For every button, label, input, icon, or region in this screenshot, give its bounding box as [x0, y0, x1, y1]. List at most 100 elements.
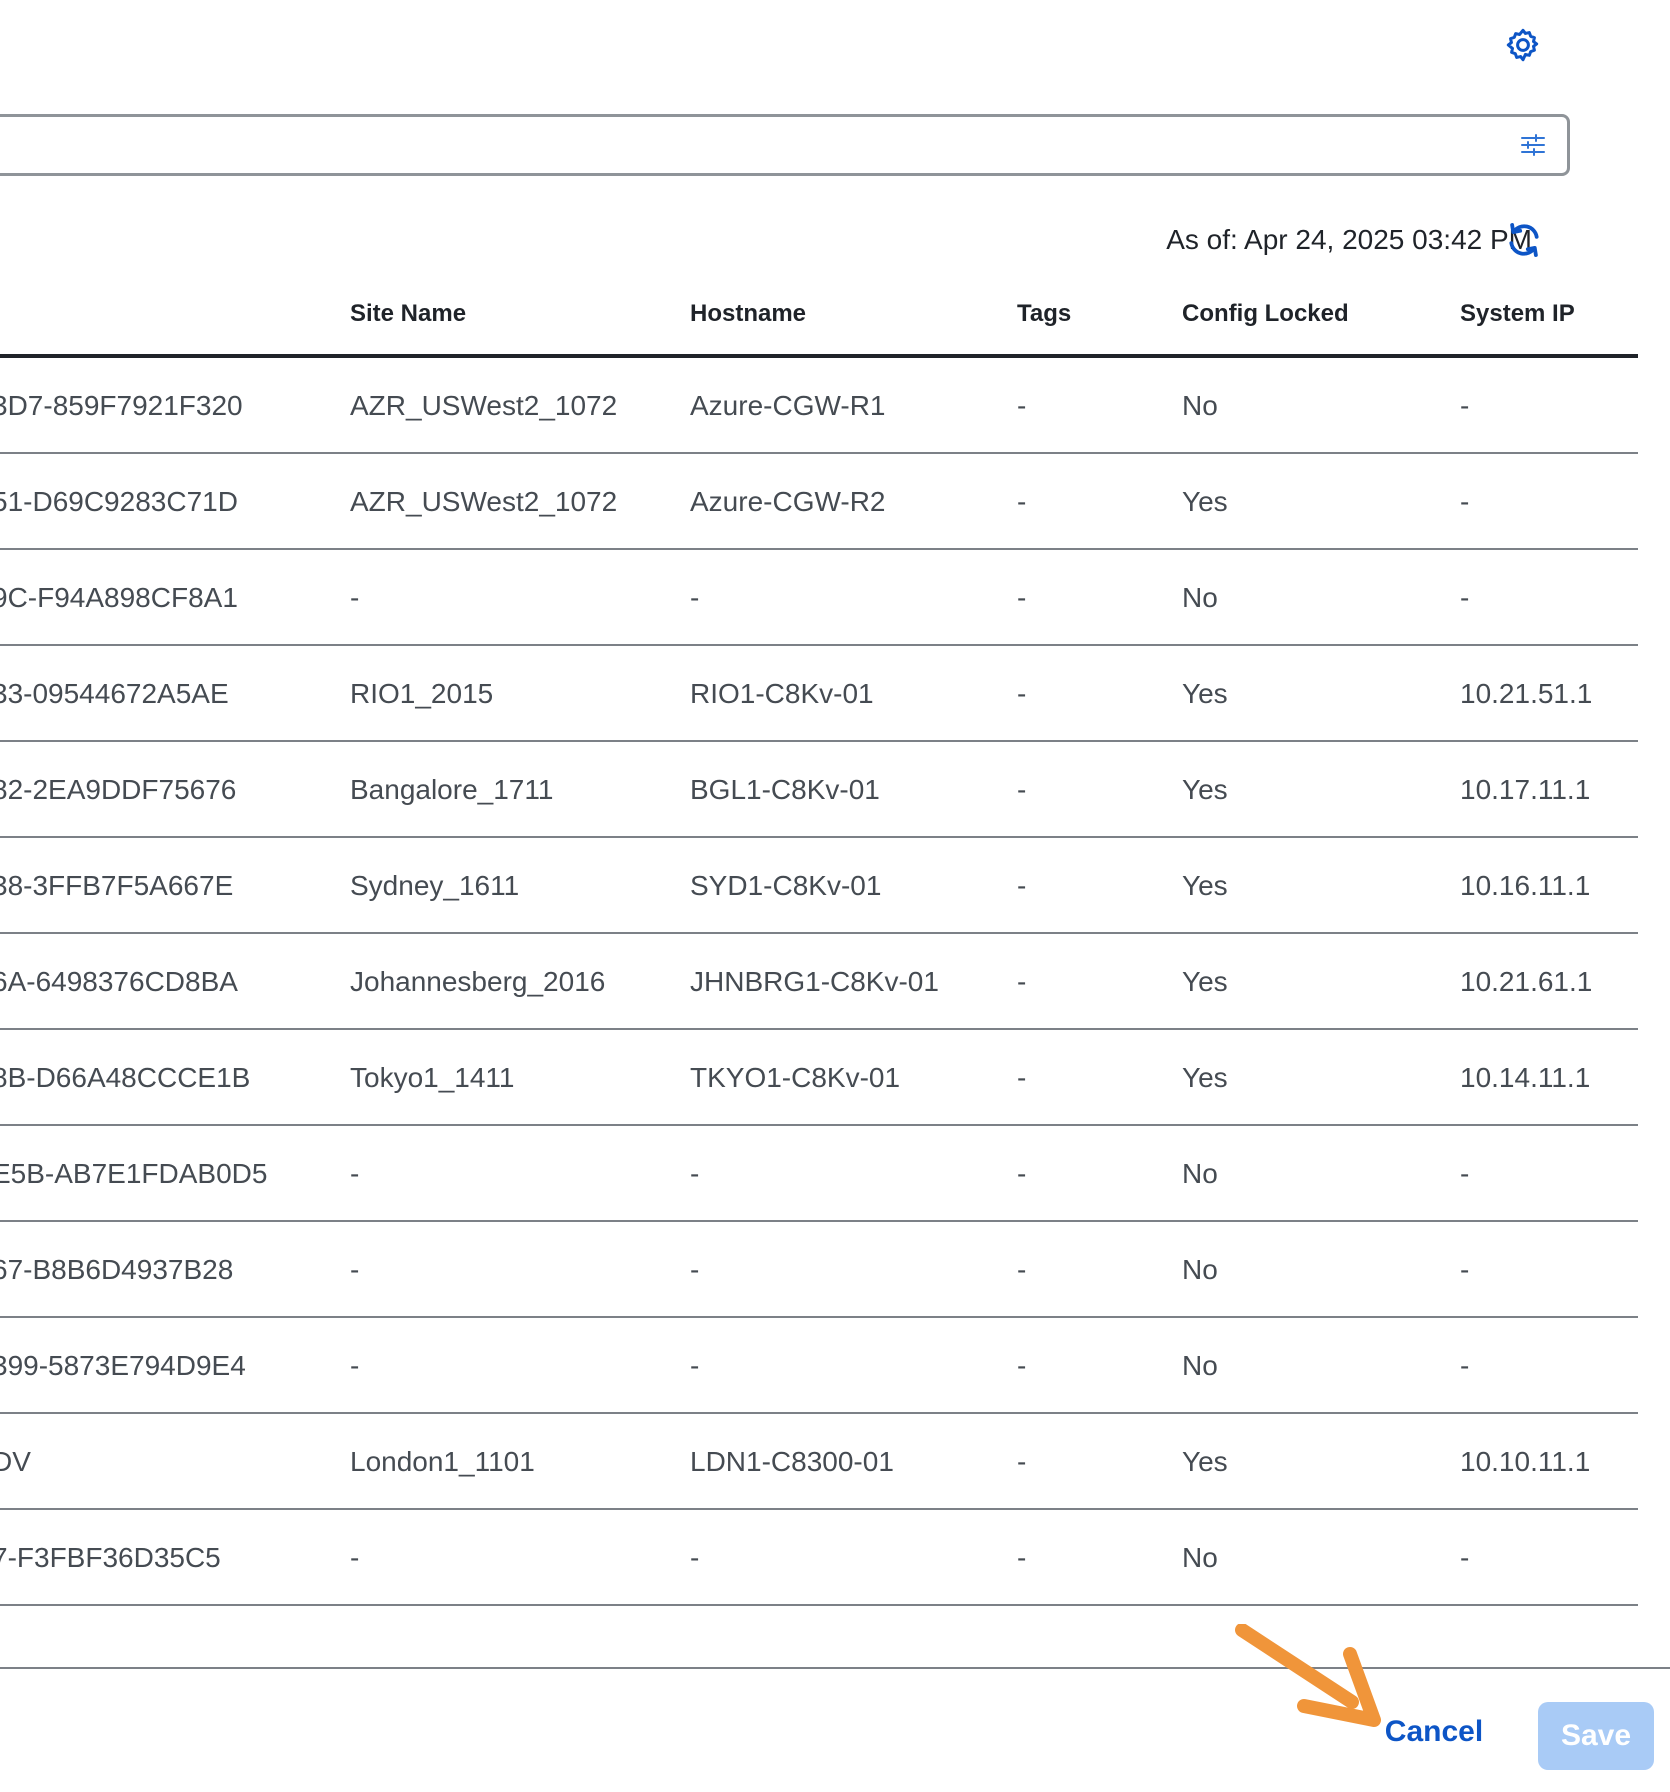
- system-ip-cell: -: [1460, 1158, 1470, 1189]
- device-uuid-cell: 67-B8B6D4937B28: [0, 1254, 234, 1285]
- site-name-cell: Johannesberg_2016: [350, 966, 606, 997]
- tags-cell: -: [1017, 1062, 1027, 1093]
- tags-cell: -: [1017, 1350, 1027, 1381]
- device-uuid-cell: 8B-D66A48CCCE1B: [0, 1062, 251, 1093]
- table-row[interactable]: 9C-F94A898CF8A1 - - - No -: [0, 550, 1638, 646]
- table-row[interactable]: 38-3FFB7F5A667E Sydney_1611 SYD1-C8Kv-01 - Y…: [0, 838, 1638, 934]
- device-table-dialog: As of: Apr 24, 2025 03:42 PM Site Name H…: [0, 0, 1670, 1792]
- device-uuid-cell: 82-2EA9DDF75676: [0, 774, 237, 805]
- hostname-cell: -: [690, 1254, 700, 1285]
- system-ip-cell: 10.17.11.1: [1460, 774, 1591, 805]
- column-header-hostname[interactable]: Hostname: [690, 300, 806, 328]
- site-name-cell: -: [350, 1542, 360, 1573]
- sliders-icon: [1521, 134, 1545, 156]
- column-header-tags[interactable]: Tags: [1017, 300, 1071, 328]
- system-ip-cell: 10.16.11.1: [1460, 870, 1591, 901]
- site-name-cell: -: [350, 1350, 360, 1381]
- tags-cell: -: [1017, 774, 1027, 805]
- hostname-cell: BGL1-C8Kv-01: [690, 774, 880, 805]
- hostname-cell: -: [690, 1158, 700, 1189]
- config-locked-cell: No: [1182, 1542, 1218, 1573]
- tags-cell: -: [1017, 870, 1027, 901]
- site-name-cell: RIO1_2015: [350, 678, 494, 709]
- as-of-status: As of: Apr 24, 2025 03:42 PM: [1166, 218, 1532, 262]
- system-ip-cell: -: [1460, 1350, 1470, 1381]
- tags-cell: -: [1017, 1158, 1027, 1189]
- hostname-cell: SYD1-C8Kv-01: [690, 870, 882, 901]
- table-row[interactable]: E5B-AB7E1FDAB0D5 - - - No -: [0, 1126, 1638, 1222]
- site-name-cell: Bangalore_1711: [350, 774, 554, 805]
- hostname-cell: LDN1-C8300-01: [690, 1446, 894, 1477]
- tags-cell: -: [1017, 582, 1027, 613]
- config-locked-cell: No: [1182, 1254, 1218, 1285]
- column-header-site-name[interactable]: Site Name: [350, 300, 466, 328]
- config-locked-cell: Yes: [1182, 678, 1228, 709]
- gear-icon: [1506, 28, 1539, 62]
- site-name-cell: -: [350, 1158, 360, 1189]
- system-ip-cell: 10.21.61.1: [1460, 966, 1593, 997]
- tags-cell: -: [1017, 486, 1027, 517]
- config-locked-cell: No: [1182, 582, 1218, 613]
- system-ip-cell: -: [1460, 390, 1470, 421]
- config-locked-cell: No: [1182, 1350, 1218, 1381]
- table-row[interactable]: 51-D69C9283C71D AZR_USWest2_1072 Azure-CGW…: [0, 454, 1638, 550]
- site-name-cell: Tokyo1_1411: [350, 1062, 515, 1093]
- site-name-cell: Sydney_1611: [350, 870, 520, 901]
- table-row[interactable]: 82-2EA9DDF75676 Bangalore_1711 BGL1-C8Kv-0…: [0, 742, 1638, 838]
- system-ip-cell: -: [1460, 1254, 1470, 1285]
- hostname-cell: -: [690, 1350, 700, 1381]
- footer-divider: [0, 1667, 1670, 1669]
- system-ip-cell: 10.14.11.1: [1460, 1062, 1591, 1093]
- config-locked-cell: Yes: [1182, 486, 1228, 517]
- cancel-button[interactable]: Cancel: [1374, 1700, 1494, 1764]
- device-uuid-cell: 33-09544672A5AE: [0, 678, 229, 709]
- hostname-cell: Azure-CGW-R1: [690, 390, 886, 421]
- hostname-cell: Azure-CGW-R2: [690, 486, 886, 517]
- device-uuid-cell: 7-F3FBF36D35C5: [0, 1542, 221, 1573]
- device-uuid-cell: 6A-6498376CD8BA: [0, 966, 238, 997]
- hostname-cell: RIO1-C8Kv-01: [690, 678, 874, 709]
- tags-cell: -: [1017, 1446, 1027, 1477]
- system-ip-cell: -: [1460, 1542, 1470, 1573]
- site-name-cell: AZR_USWest2_1072: [350, 390, 618, 421]
- hostname-cell: -: [690, 1542, 700, 1573]
- table-row[interactable]: DV London1_1101 LDN1-C8300-01 - Yes 10.10.11.…: [0, 1414, 1638, 1510]
- refresh-button[interactable]: [1502, 218, 1546, 262]
- tags-cell: -: [1017, 1254, 1027, 1285]
- system-ip-cell: 10.10.11.1: [1460, 1446, 1591, 1477]
- table-row[interactable]: 8B-D66A48CCCE1B Tokyo1_1411 TKYO1-C8Kv-01 -…: [0, 1030, 1638, 1126]
- column-header-system-ip[interactable]: System IP: [1460, 300, 1575, 328]
- table-row[interactable]: 3D7-859F7921F320 AZR_USWest2_1072 Azure-CG…: [0, 358, 1638, 454]
- devices-table: Site Name Hostname Tags Config Locked Sy…: [0, 286, 1638, 1606]
- device-uuid-cell: 51-D69C9283C71D: [0, 486, 238, 517]
- settings-button[interactable]: [1502, 24, 1544, 66]
- device-uuid-cell: DV: [0, 1446, 31, 1477]
- device-uuid-cell: 399-5873E794D9E4: [0, 1350, 246, 1381]
- system-ip-cell: -: [1460, 486, 1470, 517]
- device-uuid-cell: 3D7-859F7921F320: [0, 390, 243, 421]
- site-name-cell: -: [350, 1254, 360, 1285]
- device-uuid-cell: 9C-F94A898CF8A1: [0, 582, 238, 613]
- table-row[interactable]: 6A-6498376CD8BA Johannesberg_2016 JHNBRG1-…: [0, 934, 1638, 1030]
- as-of-timestamp: As of: Apr 24, 2025 03:42 PM: [1166, 224, 1532, 255]
- table-row[interactable]: 67-B8B6D4937B28 - - - No -: [0, 1222, 1638, 1318]
- config-locked-cell: Yes: [1182, 966, 1228, 997]
- save-button[interactable]: Save: [1538, 1702, 1654, 1770]
- table-row[interactable]: 399-5873E794D9E4 - - - No -: [0, 1318, 1638, 1414]
- config-locked-cell: No: [1182, 390, 1218, 421]
- device-uuid-cell: E5B-AB7E1FDAB0D5: [0, 1158, 268, 1189]
- table-row[interactable]: 33-09544672A5AE RIO1_2015 RIO1-C8Kv-01 - Yes…: [0, 646, 1638, 742]
- tags-cell: -: [1017, 966, 1027, 997]
- table-header: Site Name Hostname Tags Config Locked Sy…: [0, 286, 1638, 358]
- site-name-cell: AZR_USWest2_1072: [350, 486, 618, 517]
- column-header-config-locked[interactable]: Config Locked: [1182, 300, 1349, 328]
- hostname-cell: JHNBRG1-C8Kv-01: [690, 966, 939, 997]
- search-input[interactable]: [0, 114, 1570, 176]
- filter-button[interactable]: [1517, 129, 1549, 161]
- system-ip-cell: 10.21.51.1: [1460, 678, 1593, 709]
- tags-cell: -: [1017, 1542, 1027, 1573]
- config-locked-cell: Yes: [1182, 1062, 1228, 1093]
- table-row[interactable]: 7-F3FBF36D35C5 - - - No -: [0, 1510, 1638, 1606]
- annotation-arrow-icon: [1235, 1624, 1381, 1727]
- tags-cell: -: [1017, 678, 1027, 709]
